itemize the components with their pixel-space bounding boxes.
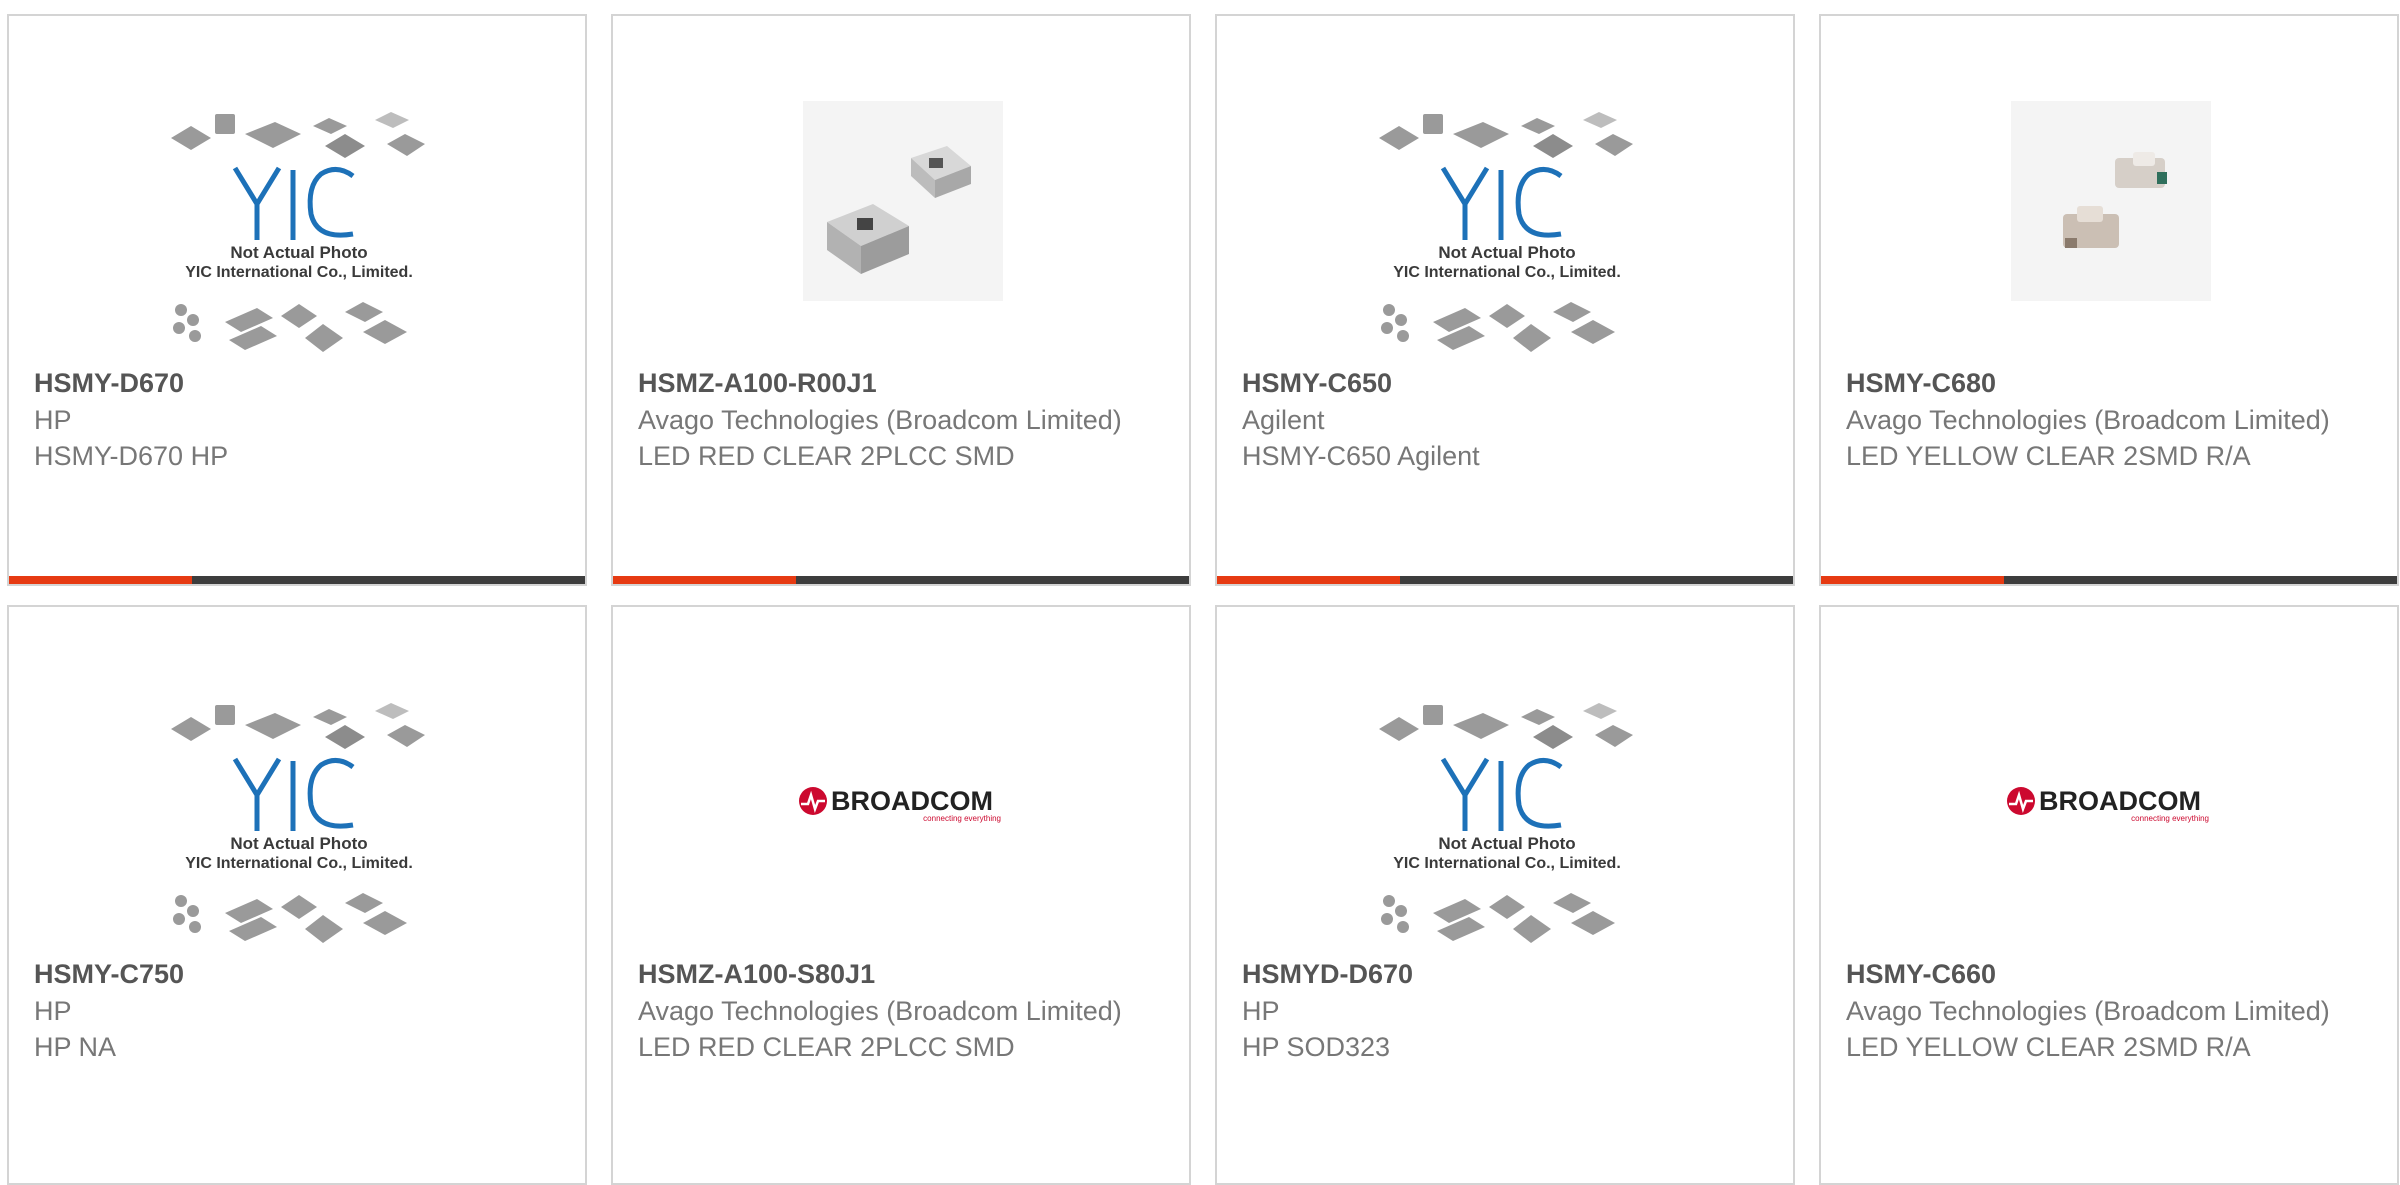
- card-bottom-bar: [9, 576, 585, 584]
- accent-bar: [613, 576, 796, 584]
- svg-text:connecting everything: connecting everything: [2131, 814, 2209, 823]
- card-bottom-bar: [613, 576, 1189, 584]
- description: HP SOD323: [1242, 1032, 1391, 1062]
- svg-text:BROADCOM: BROADCOM: [831, 786, 993, 816]
- accent-bar: [9, 576, 192, 584]
- product-card[interactable]: HSMZ-A100-R00J1 Avago Technologies (Broa…: [611, 14, 1191, 586]
- yic-placeholder-image: Not Actual Photo YIC International Co., …: [171, 703, 425, 943]
- product-info: HSMY-D670 HP HSMY-D670 HP: [34, 364, 534, 474]
- product-grid: Not Actual Photo YIC International Co., …: [0, 0, 2400, 1185]
- product-card[interactable]: Not Actual Photo YIC International Co., …: [7, 14, 587, 586]
- yic-placeholder-image: Not Actual Photo YIC International Co., …: [1379, 703, 1633, 943]
- accent-bar: [1821, 576, 2004, 584]
- yic-placeholder-image: Not Actual Photo YIC International Co., …: [171, 112, 425, 352]
- manufacturer: Agilent: [1242, 405, 1325, 435]
- product-info: HSMYD-D670 HP HP SOD323: [1242, 955, 1742, 1065]
- card-bottom-bar: [1217, 576, 1793, 584]
- svg-text:Not Actual Photo: Not Actual Photo: [1438, 834, 1575, 853]
- product-card[interactable]: Not Actual Photo YIC International Co., …: [1215, 14, 1795, 586]
- product-info: HSMY-C650 Agilent HSMY-C650 Agilent: [1242, 364, 1742, 474]
- led-photo-image: [803, 101, 1003, 301]
- photo-background: [803, 101, 1003, 301]
- description: HSMY-C650 Agilent: [1242, 441, 1480, 471]
- product-card[interactable]: BROADCOM connecting everything HSMY-C660…: [1819, 605, 2399, 1185]
- part-number[interactable]: HSMY-C750: [34, 955, 534, 993]
- svg-text:YIC International Co., Limited: YIC International Co., Limited.: [1393, 264, 1621, 281]
- manufacturer: Avago Technologies (Broadcom Limited): [1846, 405, 2330, 435]
- svg-text:YIC International Co., Limited: YIC International Co., Limited.: [185, 855, 413, 872]
- description: LED RED CLEAR 2PLCC SMD: [638, 441, 1015, 471]
- svg-text:YIC International Co., Limited: YIC International Co., Limited.: [185, 264, 413, 281]
- product-info: HSMY-C660 Avago Technologies (Broadcom L…: [1846, 955, 2346, 1065]
- manufacturer: Avago Technologies (Broadcom Limited): [638, 405, 1122, 435]
- svg-text:Not Actual Photo: Not Actual Photo: [1438, 243, 1575, 262]
- led-photo-image: [2011, 101, 2211, 301]
- part-number[interactable]: HSMZ-A100-R00J1: [638, 364, 1138, 402]
- description: HSMY-D670 HP: [34, 441, 229, 471]
- part-number[interactable]: HSMY-D670: [34, 364, 534, 402]
- product-info: HSMY-C680 Avago Technologies (Broadcom L…: [1846, 364, 2346, 474]
- svg-text:connecting everything: connecting everything: [923, 814, 1001, 823]
- yic-placeholder-image: Not Actual Photo YIC International Co., …: [1379, 112, 1633, 352]
- manufacturer: Avago Technologies (Broadcom Limited): [638, 996, 1122, 1026]
- yic-logo: [232, 757, 355, 831]
- manufacturer: HP: [34, 996, 72, 1026]
- product-info: HSMZ-A100-S80J1 Avago Technologies (Broa…: [638, 955, 1138, 1065]
- manufacturer: HP: [1242, 996, 1280, 1026]
- broadcom-logo-image: BROADCOM connecting everything: [2007, 786, 2209, 823]
- description: HP NA: [34, 1032, 117, 1062]
- svg-text:YIC International Co., Limited: YIC International Co., Limited.: [1393, 855, 1621, 872]
- product-card[interactable]: BROADCOM connecting everything HSMZ-A100…: [611, 605, 1191, 1185]
- part-number[interactable]: HSMYD-D670: [1242, 955, 1742, 993]
- product-info: HSMY-C750 HP HP NA: [34, 955, 534, 1065]
- product-info: HSMZ-A100-R00J1 Avago Technologies (Broa…: [638, 364, 1138, 474]
- description: LED RED CLEAR 2PLCC SMD: [638, 1032, 1015, 1062]
- accent-bar: [1217, 576, 1400, 584]
- yic-logo: [232, 166, 355, 240]
- yic-logo: [1440, 166, 1563, 240]
- part-number[interactable]: HSMY-C650: [1242, 364, 1742, 402]
- svg-text:Not Actual Photo: Not Actual Photo: [230, 243, 367, 262]
- description: LED YELLOW CLEAR 2SMD R/A: [1846, 1032, 2251, 1062]
- broadcom-mark-icon: [799, 787, 827, 815]
- broadcom-mark-icon: [2007, 787, 2035, 815]
- part-number[interactable]: HSMZ-A100-S80J1: [638, 955, 1138, 993]
- svg-text:BROADCOM: BROADCOM: [2039, 786, 2201, 816]
- product-card[interactable]: Not Actual Photo YIC International Co., …: [7, 605, 587, 1185]
- description: LED YELLOW CLEAR 2SMD R/A: [1846, 441, 2251, 471]
- yic-logo: [1440, 757, 1563, 831]
- photo-background: [2011, 101, 2211, 301]
- svg-text:Not Actual Photo: Not Actual Photo: [230, 834, 367, 853]
- broadcom-logo-image: BROADCOM connecting everything: [799, 786, 1001, 823]
- part-number[interactable]: HSMY-C680: [1846, 364, 2346, 402]
- product-card[interactable]: Not Actual Photo YIC International Co., …: [1215, 605, 1795, 1185]
- manufacturer: Avago Technologies (Broadcom Limited): [1846, 996, 2330, 1026]
- card-bottom-bar: [1821, 576, 2397, 584]
- part-number[interactable]: HSMY-C660: [1846, 955, 2346, 993]
- product-card[interactable]: HSMY-C680 Avago Technologies (Broadcom L…: [1819, 14, 2399, 586]
- manufacturer: HP: [34, 405, 72, 435]
